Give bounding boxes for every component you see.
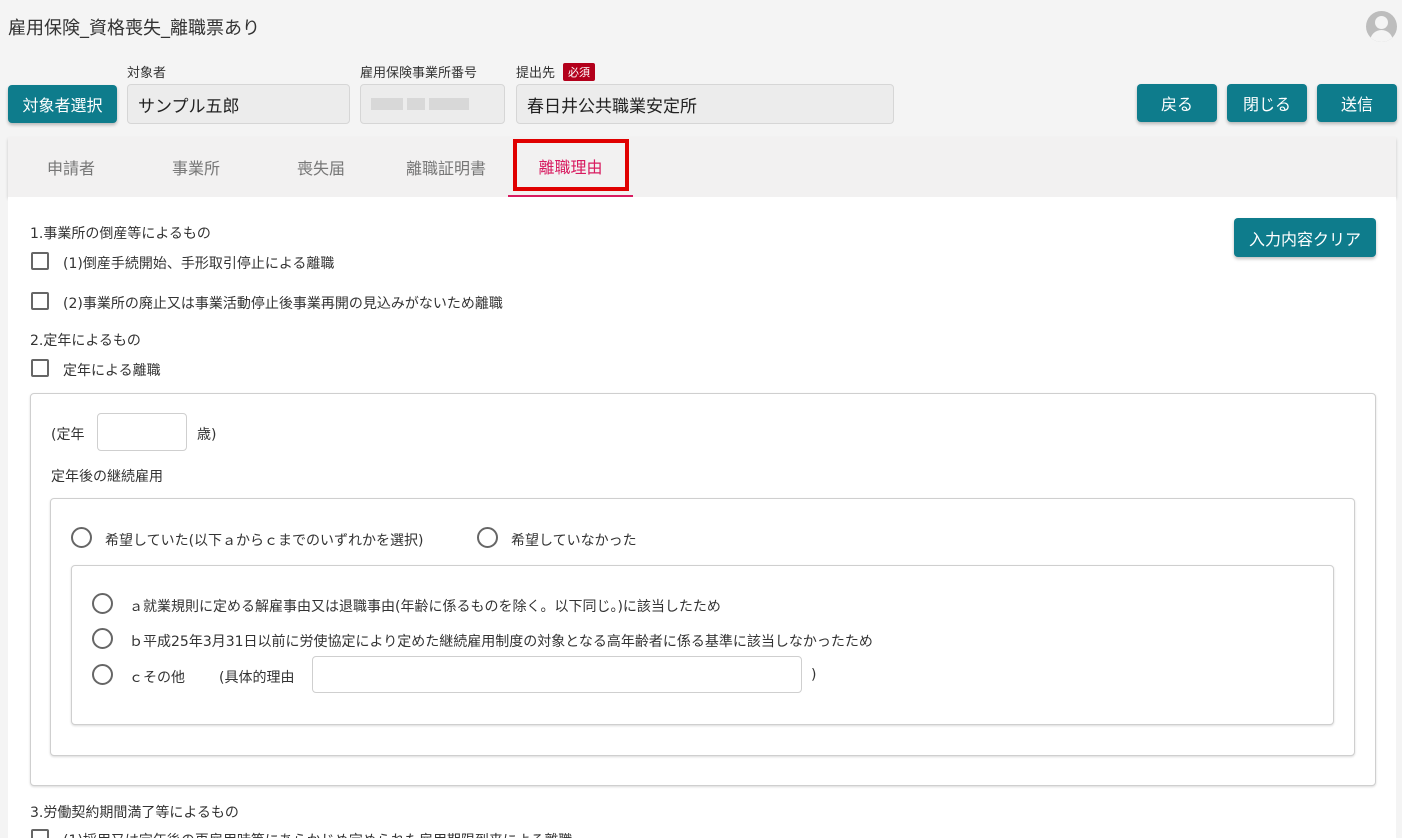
office-number-label: 雇用保険事業所番号 (360, 66, 478, 81)
masked-text (429, 98, 469, 110)
clear-input-button[interactable]: 入力内容クリア (1234, 218, 1376, 257)
destination-value: 春日井公共職業安定所 (527, 96, 697, 117)
masked-text (407, 98, 425, 110)
send-button[interactable]: 送信 (1317, 84, 1397, 122)
tab-loss-notice[interactable]: 喪失届 (258, 137, 384, 197)
section1-item1-label: (1)倒産手続開始、手形取引停止による離職 (63, 256, 335, 272)
radio-wished-label: 希望していた(以下ａからｃまでのいずれかを選択) (105, 533, 424, 549)
option-a-label: ａ就業規則に定める解雇事由又は退職事由(年齢に係るものを除く。以下同じ。)に該当… (129, 599, 721, 615)
section1-item2-label: (2)事業所の廃止又は事業活動停止後事業再開の見込みがないため離職 (63, 296, 503, 312)
checkbox-bankruptcy[interactable] (31, 252, 49, 270)
checkbox-contract-expiry[interactable] (31, 829, 49, 838)
age-prefix: (定年 (51, 427, 85, 443)
account-circle-icon[interactable] (1366, 11, 1397, 42)
tab-separation-certificate[interactable]: 離職証明書 (384, 137, 508, 197)
retirement-age-input[interactable] (97, 413, 187, 451)
radio-option-c[interactable] (92, 664, 113, 685)
section2-item1-label: 定年による離職 (63, 363, 161, 379)
radio-option-b[interactable] (92, 628, 113, 649)
radio-wished[interactable] (71, 527, 92, 548)
target-field: サンプル五郎 (127, 84, 350, 124)
destination-label-row: 提出先 必須 (516, 62, 596, 81)
destination-label: 提出先 (516, 66, 556, 81)
select-target-button[interactable]: 対象者選択 (8, 85, 117, 123)
section1-title: 1.事業所の倒産等によるもの (30, 226, 211, 242)
target-value: サンプル五郎 (138, 96, 240, 117)
radio-not-wished[interactable] (477, 527, 498, 548)
tab-office[interactable]: 事業所 (134, 137, 258, 197)
section2-title: 2.定年によるもの (30, 333, 141, 349)
checkbox-office-closure[interactable] (31, 292, 49, 310)
radio-option-a[interactable] (92, 593, 113, 614)
close-button[interactable]: 閉じる (1227, 84, 1307, 122)
section3-title: 3.労働契約期間満了等によるもの (30, 805, 239, 821)
tab-bar: 申請者 事業所 喪失届 離職証明書 離職理由 (8, 137, 1396, 197)
back-button[interactable]: 戻る (1137, 84, 1217, 122)
option-b-label: ｂ平成25年3月31日以前に労使協定により定めた継続雇用制度の対象となる高年齢者… (129, 634, 873, 650)
continued-employment-label: 定年後の継続雇用 (51, 469, 163, 485)
age-suffix: 歳) (197, 427, 217, 443)
reason-prefix: (具体的理由 (219, 670, 295, 686)
checkbox-retirement[interactable] (31, 359, 49, 377)
page-title: 雇用保険_資格喪失_離職票あり (8, 18, 260, 39)
tab-highlight-box (513, 139, 629, 191)
required-badge: 必須 (563, 63, 596, 81)
option-c-label: ｃその他 (129, 670, 185, 686)
section3-item1-label: (1)採用又は定年後の再雇用時等にあらかじめ定められた雇用期限到来による離職 (63, 830, 572, 838)
reason-suffix: ) (811, 667, 817, 683)
destination-field[interactable]: 春日井公共職業安定所 (516, 84, 894, 124)
tab-applicant[interactable]: 申請者 (8, 137, 134, 197)
masked-text (371, 98, 403, 110)
specific-reason-input[interactable] (312, 656, 802, 693)
radio-not-wished-label: 希望していなかった (511, 533, 637, 549)
office-number-field (360, 84, 505, 124)
target-label: 対象者 (127, 66, 167, 81)
